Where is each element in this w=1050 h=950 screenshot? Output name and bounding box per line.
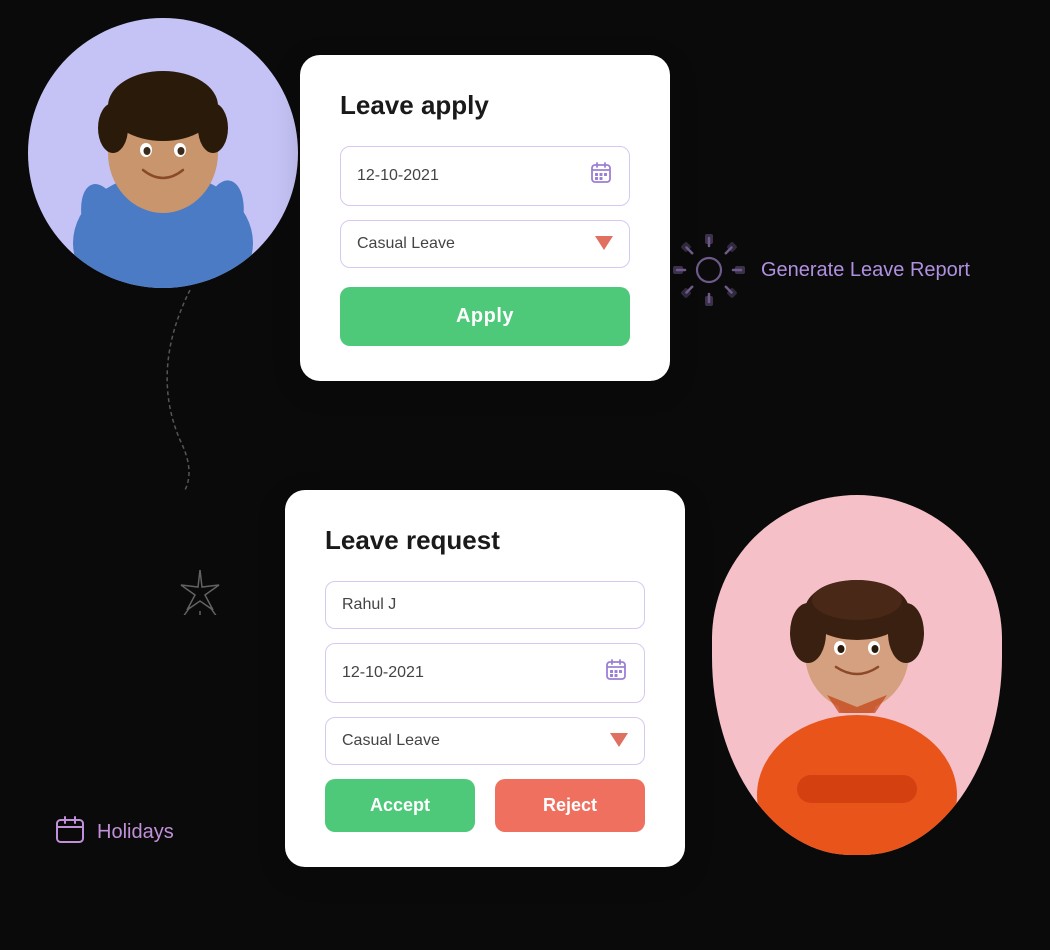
holidays-widget[interactable]: Holidays (55, 815, 174, 850)
request-calendar-icon (604, 658, 628, 688)
leave-type-dropdown[interactable]: Casual Leave (340, 220, 630, 268)
generate-report-widget[interactable]: Generate Leave Report (669, 230, 970, 310)
reject-button[interactable]: Reject (495, 779, 645, 832)
gear-icon (669, 230, 749, 310)
leave-type-value: Casual Leave (357, 235, 455, 253)
request-dropdown-icon (610, 733, 628, 750)
request-leave-type-dropdown[interactable]: Casual Leave (325, 717, 645, 765)
leave-apply-title: Leave apply (340, 90, 630, 121)
action-buttons-row: Accept Reject (325, 779, 645, 832)
generate-report-label: Generate Leave Report (761, 259, 970, 282)
date-value: 12-10-2021 (357, 167, 439, 185)
decorative-curve (130, 290, 230, 490)
date-field[interactable]: 12-10-2021 (340, 146, 630, 206)
apply-button[interactable]: Apply (340, 287, 630, 346)
pink-avatar-bg (712, 495, 1002, 855)
leave-request-title: Leave request (325, 525, 645, 556)
dropdown-icon (595, 236, 613, 253)
sparkle-decoration (175, 565, 225, 620)
calendar-holidays-icon (55, 815, 85, 850)
leave-apply-card: Leave apply 12-10-2021 Casual Leave (300, 55, 670, 381)
request-date-field[interactable]: 12-10-2021 (325, 643, 645, 703)
request-leave-type-value: Casual Leave (342, 732, 440, 750)
holidays-label: Holidays (97, 821, 174, 844)
request-date-value: 12-10-2021 (342, 664, 424, 682)
leave-request-card: Leave request Rahul J 12-10-2021 Casual … (285, 490, 685, 867)
calendar-icon (589, 161, 613, 191)
blue-avatar-bg (28, 18, 298, 288)
employee-name-value: Rahul J (342, 596, 396, 614)
employee-name-field[interactable]: Rahul J (325, 581, 645, 629)
accept-button[interactable]: Accept (325, 779, 475, 832)
